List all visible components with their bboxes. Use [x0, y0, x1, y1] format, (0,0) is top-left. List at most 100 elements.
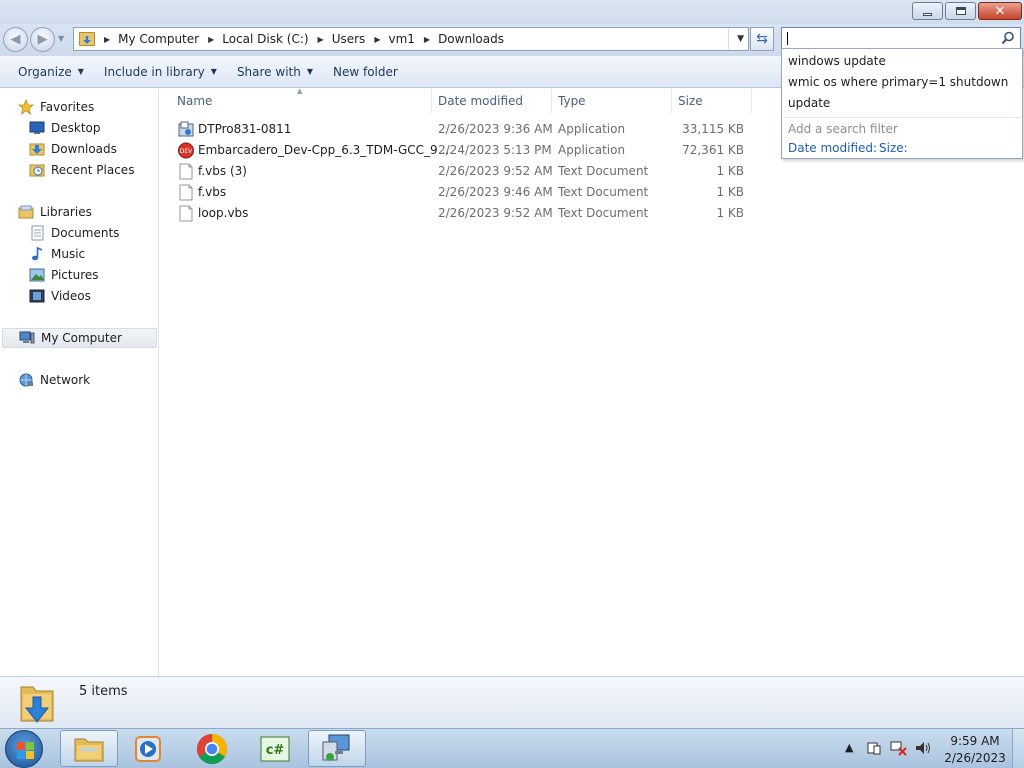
desktop-icon: [29, 120, 45, 136]
network-icon: [18, 372, 34, 388]
start-button[interactable]: [5, 730, 43, 768]
file-size: 72,361 KB: [682, 143, 744, 157]
file-row[interactable]: DTPro831-0811 2/26/2023 9:36 AM Applicat…: [160, 119, 760, 140]
nav-network[interactable]: Network: [18, 370, 90, 390]
include-label: Include in library: [103, 64, 205, 79]
file-name: DTPro831-0811: [198, 122, 292, 136]
nav-libraries[interactable]: Libraries: [18, 202, 92, 222]
include-in-library-menu[interactable]: Include in library ▼: [94, 65, 227, 79]
search-suggestion[interactable]: update: [788, 96, 830, 110]
sort-ascending-icon: ▲: [297, 87, 303, 95]
installer-icon: [178, 121, 194, 137]
documents-icon: [29, 225, 45, 241]
chevron-right-icon[interactable]: ▶: [104, 35, 110, 44]
nav-documents[interactable]: Documents: [29, 223, 119, 243]
title-bar: ✕: [0, 0, 1024, 24]
taskbar-chrome[interactable]: [183, 730, 241, 767]
file-date: 2/24/2023 5:13 PM: [438, 143, 552, 157]
file-size: 1 KB: [716, 164, 744, 178]
file-name: Embarcadero_Dev-Cpp_6.3_TDM-GCC_9....: [198, 143, 453, 157]
restore-icon: [955, 7, 966, 15]
nav-videos[interactable]: Videos: [29, 286, 91, 306]
file-date: 2/26/2023 9:46 AM: [438, 185, 553, 199]
text-file-icon: [179, 163, 193, 180]
downloads-folder-icon: [20, 686, 54, 723]
share-with-menu[interactable]: Share with ▼: [227, 65, 323, 79]
nav-pictures[interactable]: Pictures: [29, 265, 99, 285]
minimize-icon: [923, 12, 932, 16]
filter-size[interactable]: Size:: [879, 141, 908, 155]
breadcrumb-downloads[interactable]: Downloads: [438, 32, 504, 46]
chevron-right-icon[interactable]: ▶: [208, 35, 214, 44]
filter-date-modified[interactable]: Date modified:: [788, 141, 877, 155]
file-row[interactable]: DEV Embarcadero_Dev-Cpp_6.3_TDM-GCC_9...…: [160, 140, 760, 161]
nav-my-computer[interactable]: My Computer: [2, 328, 157, 348]
windows-logo-icon: [26, 742, 34, 750]
item-count: 5 items: [79, 684, 128, 699]
forward-button[interactable]: ▶: [30, 27, 55, 52]
file-row[interactable]: loop.vbs 2/26/2023 9:52 AM Text Document…: [160, 203, 760, 224]
back-arrow-icon: ◀: [10, 32, 21, 47]
nav-favorites[interactable]: Favorites: [18, 97, 94, 117]
breadcrumb-vm1[interactable]: vm1: [388, 32, 414, 46]
column-label: Type: [558, 94, 586, 108]
search-suggestion[interactable]: windows update: [788, 54, 886, 68]
taskbar-csharp-editor[interactable]: c#: [246, 730, 304, 767]
taskbar-explorer[interactable]: [60, 730, 118, 767]
nav-music[interactable]: Music: [29, 244, 85, 264]
chevron-right-icon[interactable]: ▶: [424, 35, 430, 44]
minimize-button[interactable]: [912, 2, 943, 20]
network-disconnected-icon[interactable]: [890, 740, 908, 756]
file-row[interactable]: f.vbs (3) 2/26/2023 9:52 AM Text Documen…: [160, 161, 760, 182]
recent-pages-dropdown[interactable]: ▼: [58, 34, 64, 43]
file-type: Text Document: [558, 206, 649, 220]
nav-desktop[interactable]: Desktop: [29, 118, 101, 138]
file-name: f.vbs (3): [198, 164, 247, 178]
taskbar-clock[interactable]: 9:59 AM 2/26/2023: [940, 733, 1010, 767]
refresh-icon: ⇆: [756, 31, 768, 47]
computer-icon: [19, 330, 35, 346]
search-icon[interactable]: [1001, 31, 1015, 45]
column-header-name[interactable]: Name ▲: [160, 87, 432, 113]
text-file-icon: [179, 205, 193, 222]
search-input[interactable]: [781, 27, 1021, 49]
nav-label: Pictures: [51, 268, 99, 282]
restore-button[interactable]: [945, 2, 976, 20]
volume-icon[interactable]: [914, 740, 932, 756]
chevron-right-icon[interactable]: ▶: [318, 35, 324, 44]
nav-recent-places[interactable]: Recent Places: [29, 160, 134, 180]
action-center-flag-icon[interactable]: [866, 740, 882, 756]
show-hidden-icons[interactable]: ▲: [845, 741, 853, 754]
libraries-icon: [18, 204, 34, 220]
close-button[interactable]: ✕: [978, 2, 1022, 20]
show-desktop-button[interactable]: [1012, 729, 1024, 768]
column-label: Size: [678, 94, 703, 108]
back-button[interactable]: ◀: [3, 27, 28, 52]
file-date: 2/26/2023 9:52 AM: [438, 206, 553, 220]
address-bar[interactable]: ▶ My Computer ▶ Local Disk (C:) ▶ Users …: [73, 27, 749, 51]
taskbar-media-player[interactable]: [120, 730, 178, 767]
refresh-button[interactable]: ⇆: [750, 27, 774, 51]
share-label: Share with: [236, 64, 301, 79]
search-suggestion[interactable]: wmic os where primary=1 shutdown: [788, 75, 1008, 89]
chevron-right-icon[interactable]: ▶: [374, 35, 380, 44]
column-header-size[interactable]: Size: [672, 89, 752, 113]
nav-downloads[interactable]: Downloads: [29, 139, 117, 159]
taskbar-computer-app[interactable]: [308, 730, 366, 767]
svg-text:DEV: DEV: [180, 148, 193, 155]
navigation-pane: Favorites Desktop Downloads Recent Place…: [0, 89, 159, 676]
column-header-type[interactable]: Type: [552, 89, 672, 113]
new-folder-button[interactable]: New folder: [323, 65, 408, 79]
nav-label: Favorites: [40, 100, 95, 114]
file-type: Text Document: [558, 185, 649, 199]
file-date: 2/26/2023 9:52 AM: [438, 164, 553, 178]
file-row[interactable]: f.vbs 2/26/2023 9:46 AM Text Document 1 …: [160, 182, 760, 203]
column-label: Date modified: [438, 94, 524, 108]
search-filter-heading: Add a search filter: [788, 122, 898, 136]
column-header-date-modified[interactable]: Date modified: [432, 89, 552, 113]
breadcrumb-my-computer[interactable]: My Computer: [118, 32, 199, 46]
organize-menu[interactable]: Organize ▼: [8, 65, 94, 79]
breadcrumb-users[interactable]: Users: [332, 32, 366, 46]
breadcrumb-local-disk[interactable]: Local Disk (C:): [222, 32, 308, 46]
nav-label: Downloads: [51, 142, 117, 156]
